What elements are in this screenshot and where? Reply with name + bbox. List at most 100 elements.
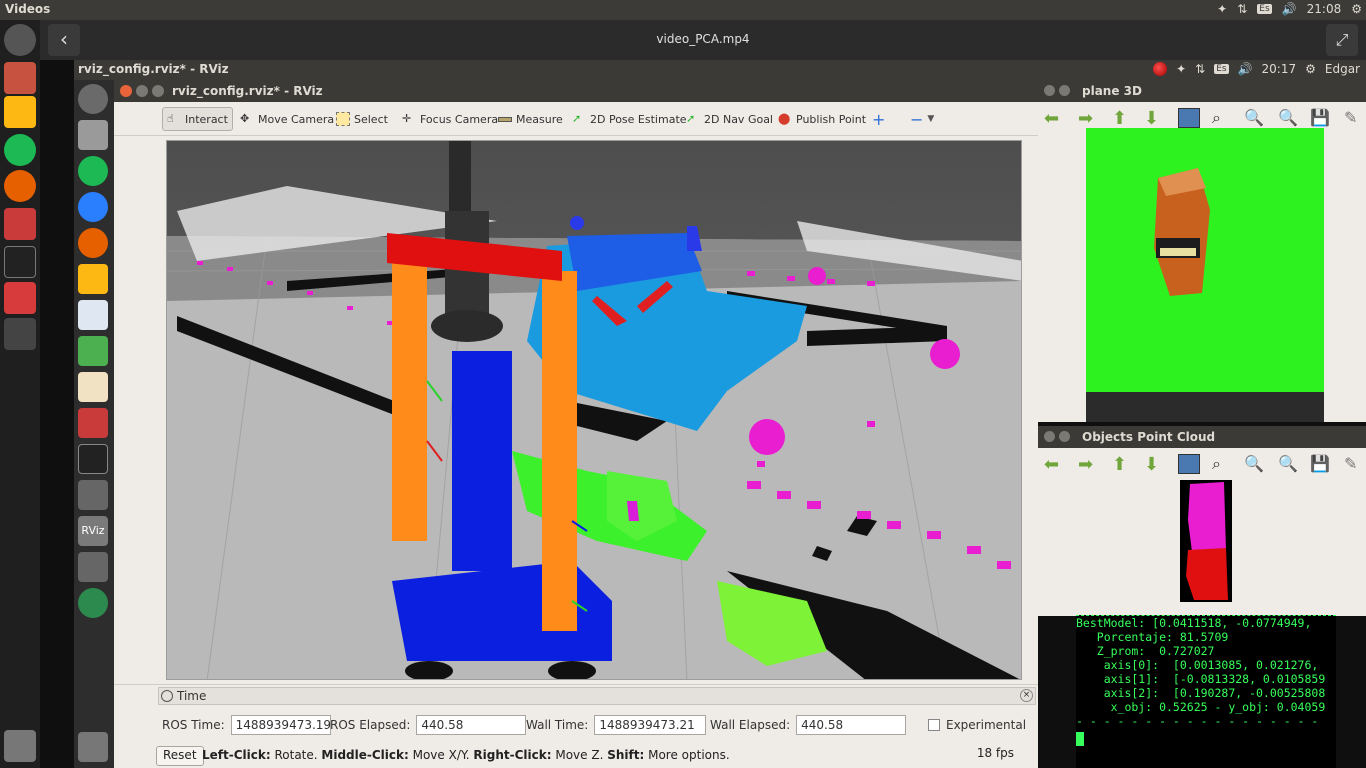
arrow-right-icon[interactable]: ➡	[1078, 108, 1100, 129]
arrow-right-icon[interactable]: ➡	[1078, 454, 1100, 475]
measure-tool[interactable]: Measure	[494, 107, 567, 131]
zoom-in-icon[interactable]: 🔍	[1244, 454, 1266, 474]
system-settings-icon[interactable]	[78, 408, 108, 438]
plane-3d-window: plane 3D ⬅ ➡ ⬆ ⬇ ⌕ 🔍 🔍 💾 ✎	[1038, 80, 1366, 422]
move-camera-tool[interactable]: ✥ Move Camera	[236, 107, 338, 131]
keyboard-layout-indicator[interactable]: Es	[1214, 64, 1229, 74]
publish-point-tool[interactable]: ⬤ Publish Point	[774, 107, 870, 131]
object-cloud-image	[1180, 480, 1232, 602]
user-name[interactable]: Edgar	[1325, 62, 1360, 76]
save-icon[interactable]: 💾	[1310, 454, 1332, 474]
close-button[interactable]	[120, 85, 132, 97]
home-view-icon[interactable]	[1178, 454, 1200, 474]
maximize-button[interactable]	[152, 85, 164, 97]
minimize-button[interactable]	[136, 85, 148, 97]
files-icon[interactable]	[78, 120, 108, 150]
system-gear-icon[interactable]: ⚙	[1351, 2, 1362, 16]
host-clock[interactable]: 21:08	[1307, 2, 1342, 16]
home-view-icon[interactable]	[1178, 108, 1200, 128]
unknown-app-icon[interactable]	[78, 480, 108, 510]
volume-icon[interactable]: 🔊	[1238, 62, 1253, 76]
sublime-text-icon[interactable]	[4, 96, 36, 128]
arrow-left-icon[interactable]: ⬅	[1044, 454, 1066, 475]
save-icon[interactable]: 💾	[1310, 108, 1332, 128]
network-icon[interactable]: ⇅	[1237, 2, 1247, 16]
inner-window-title: rviz_config.rviz* - RViz	[78, 62, 229, 76]
brush-icon[interactable]: ✎	[1344, 108, 1366, 128]
3d-render-viewport[interactable]	[166, 140, 1022, 680]
hint-text: More options.	[644, 748, 730, 762]
time-panel-header: Time ×	[158, 687, 1036, 705]
dash-home-icon[interactable]	[78, 84, 108, 114]
interact-tool[interactable]: ☝ Interact	[162, 107, 233, 131]
messenger-icon[interactable]	[78, 192, 108, 222]
ruler-icon	[498, 116, 512, 122]
minimize-button[interactable]	[1059, 85, 1070, 96]
terminal-output[interactable]: BestModel: [0.0411518, -0.0774949, Porce…	[1076, 615, 1336, 768]
add-tool-button[interactable]: +	[868, 107, 889, 131]
arrow-down-icon[interactable]: ⬇	[1144, 108, 1166, 129]
keyboard-layout-indicator[interactable]: Es	[1257, 4, 1272, 14]
ros-elapsed-value[interactable]: 440.58	[416, 715, 527, 735]
chevron-down-icon: ▼	[927, 114, 935, 124]
zoom-rect-icon[interactable]: ⌕	[1212, 454, 1234, 474]
dropbox-icon[interactable]: ✦	[1217, 2, 1227, 16]
spreadsheet-icon[interactable]	[78, 336, 108, 366]
minimize-button[interactable]	[1059, 431, 1070, 442]
spotify-icon[interactable]	[78, 156, 108, 186]
trash-icon[interactable]	[78, 732, 108, 762]
globe-icon[interactable]	[78, 588, 108, 618]
close-icon[interactable]: ×	[1020, 689, 1033, 702]
network-icon[interactable]: ⇅	[1195, 62, 1205, 76]
sublime-text-icon[interactable]	[78, 264, 108, 294]
rviz-icon[interactable]: RViz	[78, 516, 108, 546]
dropbox-icon[interactable]: ✦	[1176, 62, 1186, 76]
terminal-icon[interactable]	[4, 246, 36, 278]
reset-button[interactable]: Reset	[156, 746, 204, 766]
arrow-down-icon[interactable]: ⬇	[1144, 454, 1166, 475]
remove-tool-button[interactable]: − ▼	[906, 107, 938, 131]
pose-estimate-tool[interactable]: ➚ 2D Pose Estimate	[568, 107, 691, 131]
document-icon[interactable]	[78, 300, 108, 330]
inner-clock[interactable]: 20:17	[1262, 62, 1297, 76]
arrow-up-icon[interactable]: ⬆	[1112, 108, 1134, 129]
fullscreen-button[interactable]: ⤢	[1326, 24, 1358, 56]
zoom-rect-icon[interactable]: ⌕	[1212, 108, 1234, 128]
experimental-option[interactable]: Experimental	[928, 715, 1026, 735]
dash-home-icon[interactable]	[4, 24, 36, 56]
zoom-in-icon[interactable]: 🔍	[1244, 108, 1266, 128]
inner-top-panel: rviz_config.rviz* - RViz ✦ ⇅ Es 🔊 20:17 …	[74, 60, 1366, 80]
zoom-out-icon[interactable]: 🔍	[1278, 454, 1300, 474]
trash-icon[interactable]	[4, 730, 36, 762]
plane-3d-title: plane 3D	[1082, 84, 1142, 98]
record-icon[interactable]	[1153, 62, 1168, 76]
wall-elapsed-value[interactable]: 440.58	[796, 715, 907, 735]
terminal-icon[interactable]	[78, 444, 108, 474]
files-icon[interactable]	[4, 62, 36, 94]
close-button[interactable]	[1044, 431, 1055, 442]
unknown-app-icon[interactable]	[78, 552, 108, 582]
spotify-icon[interactable]	[4, 134, 36, 166]
terminal-line: Z_prom: 0.727027	[1076, 644, 1215, 658]
wall-time-value[interactable]: 1488939473.21	[594, 715, 707, 735]
nav-goal-tool[interactable]: ➚ 2D Nav Goal	[682, 107, 777, 131]
volume-icon[interactable]: 🔊	[1282, 2, 1297, 16]
document-viewer-icon[interactable]	[4, 282, 36, 314]
firefox-icon[interactable]	[4, 170, 36, 202]
zoom-out-icon[interactable]: 🔍	[1278, 108, 1300, 128]
system-settings-icon[interactable]	[4, 208, 36, 240]
select-tool[interactable]: Select	[332, 107, 392, 131]
video-frame[interactable]: rviz_config.rviz* - RViz ✦ ⇅ Es 🔊 20:17 …	[40, 60, 1366, 768]
arrow-up-icon[interactable]: ⬆	[1112, 454, 1134, 475]
ros-time-value[interactable]: 1488939473.19	[230, 715, 331, 735]
presentation-icon[interactable]	[78, 372, 108, 402]
system-gear-icon[interactable]: ⚙	[1305, 62, 1316, 76]
mouse-hint: Left-Click: Rotate. Middle-Click: Move X…	[202, 748, 730, 762]
arrow-left-icon[interactable]: ⬅	[1044, 108, 1066, 129]
close-button[interactable]	[1044, 85, 1055, 96]
brush-icon[interactable]: ✎	[1344, 454, 1366, 474]
focus-camera-tool[interactable]: ✛ Focus Camera	[398, 107, 502, 131]
videos-icon[interactable]	[4, 318, 36, 350]
firefox-icon[interactable]	[78, 228, 108, 258]
experimental-checkbox[interactable]	[928, 719, 940, 731]
